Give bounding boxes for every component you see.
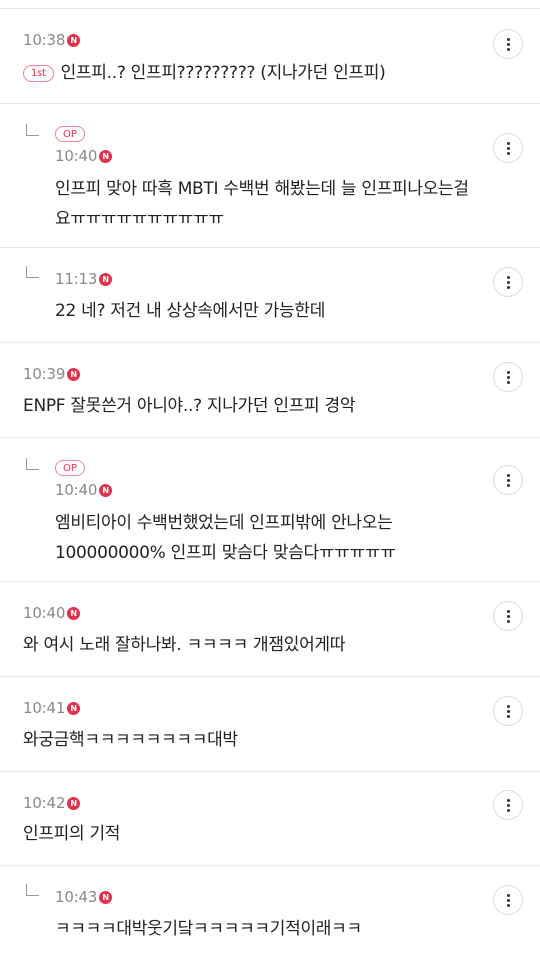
comment-text-line-2: 100000000% 인프피 맞슴다 맞슴다ㅠㅠㅠㅠㅠ [55, 543, 396, 563]
more-options-button[interactable] [493, 601, 523, 631]
comment-time: 10:39 [23, 365, 66, 383]
comment-meta: 10:42 N [23, 794, 81, 812]
new-badge: N [99, 272, 113, 286]
more-vertical-icon [506, 704, 510, 719]
more-vertical-icon [506, 798, 510, 813]
comment-text: 와 여시 노래 잘하나봐. ㅋㅋㅋㅋ 개잼있어게따 [23, 635, 346, 655]
new-badge: N [99, 483, 113, 497]
comment-time: 10:42 [23, 794, 66, 812]
more-vertical-icon [506, 609, 510, 624]
reply-arrow-icon [26, 884, 39, 896]
more-vertical-icon [506, 893, 510, 908]
comment-meta: 10:41 N [23, 699, 81, 717]
comment-text: ㅋㅋㅋㅋ대박웃기닼ㅋㅋㅋㅋㅋ기적이래ㅋㅋ [55, 919, 362, 939]
comment-meta: 10:40 N [55, 481, 113, 499]
comment-time: 10:43 [55, 888, 98, 906]
comment-text-line-1: 인프피 맞아 따흑 MBTI 수백번 해봤는데 늘 인프피나오는걸 [55, 179, 469, 199]
new-badge: N [99, 149, 113, 163]
comment-time: 10:40 [55, 481, 98, 499]
comment-meta: 10:43 N [55, 888, 113, 906]
comment-item: 10:41 N 와궁금핵ㅋㅋㅋㅋㅋㅋㅋㅋ대박 [0, 677, 540, 772]
more-vertical-icon [506, 141, 510, 156]
comment-meta: 10:39 N [23, 365, 81, 383]
reply-item: OP 10:40 N 인프피 맞아 따흑 MBTI 수백번 해봤는데 늘 인프피… [0, 104, 540, 248]
more-options-button[interactable] [493, 29, 523, 59]
more-options-button[interactable] [493, 362, 523, 392]
comment-meta: 10:38 N [23, 31, 81, 49]
more-options-button[interactable] [493, 133, 523, 163]
more-vertical-icon [506, 473, 510, 488]
comment-time: 10:38 [23, 31, 66, 49]
reply-arrow-icon [26, 266, 39, 278]
new-badge: N [99, 890, 113, 904]
comment-meta: 10:40 N [23, 604, 81, 622]
comment-text-line-1: 엠비티아이 수백번했었는데 인프피밖에 안나오는 [55, 513, 393, 533]
comment-item: 10:39 N ENPF 잘못쓴거 아니야..? 지나가던 인프피 경악 [0, 343, 540, 438]
new-badge: N [67, 367, 81, 381]
more-vertical-icon [506, 275, 510, 290]
comment-time: 10:40 [55, 147, 98, 165]
comment-meta: 11:13 N [55, 270, 113, 288]
comment-time: 10:40 [23, 604, 66, 622]
comment-meta: 10:40 N [55, 147, 113, 165]
reply-arrow-icon [26, 458, 39, 470]
comment-text-content: 인프피..? 인프피????????? (지나가던 인프피) [60, 63, 386, 83]
comment-text: 와궁금핵ㅋㅋㅋㅋㅋㅋㅋㅋ대박 [23, 730, 238, 750]
comment-text: 22 네? 저건 내 상상속에서만 가능한데 [55, 301, 326, 321]
more-vertical-icon [506, 370, 510, 385]
more-options-button[interactable] [493, 465, 523, 495]
comment-text: 인프피의 기적 [23, 824, 121, 844]
more-options-button[interactable] [493, 696, 523, 726]
comment-time: 10:41 [23, 699, 66, 717]
rank-badge: 1st [23, 65, 54, 82]
comment-item: 10:38 N 1st 인프피..? 인프피????????? (지나가던 인프피… [0, 9, 540, 104]
comment-time: 11:13 [55, 270, 98, 288]
reply-item: OP 10:40 N 엠비티아이 수백번했었는데 인프피밖에 안나오는 1000… [0, 438, 540, 582]
more-options-button[interactable] [493, 885, 523, 915]
reply-item: 11:13 N 22 네? 저건 내 상상속에서만 가능한데 [0, 248, 540, 343]
comment-item: 10:42 N 인프피의 기적 [0, 772, 540, 866]
comment-text-line-2: 요ㅠㅠㅠㅠㅠㅠㅠㅠㅠㅠ [55, 209, 224, 229]
new-badge: N [67, 701, 81, 715]
more-options-button[interactable] [493, 790, 523, 820]
reply-item: 10:43 N ㅋㅋㅋㅋ대박웃기닼ㅋㅋㅋㅋㅋ기적이래ㅋㅋ [0, 866, 540, 959]
more-vertical-icon [506, 37, 510, 52]
comment-text: 1st 인프피..? 인프피????????? (지나가던 인프피) [23, 57, 386, 89]
new-badge: N [67, 606, 81, 620]
more-options-button[interactable] [493, 267, 523, 297]
op-badge: OP [55, 126, 85, 142]
reply-arrow-icon [26, 124, 39, 136]
op-badge: OP [55, 460, 85, 476]
comment-text: ENPF 잘못쓴거 아니야..? 지나가던 인프피 경악 [23, 396, 356, 416]
comment-item: 10:40 N 와 여시 노래 잘하나봐. ㅋㅋㅋㅋ 개잼있어게따 [0, 582, 540, 677]
new-badge: N [67, 33, 81, 47]
new-badge: N [67, 796, 81, 810]
